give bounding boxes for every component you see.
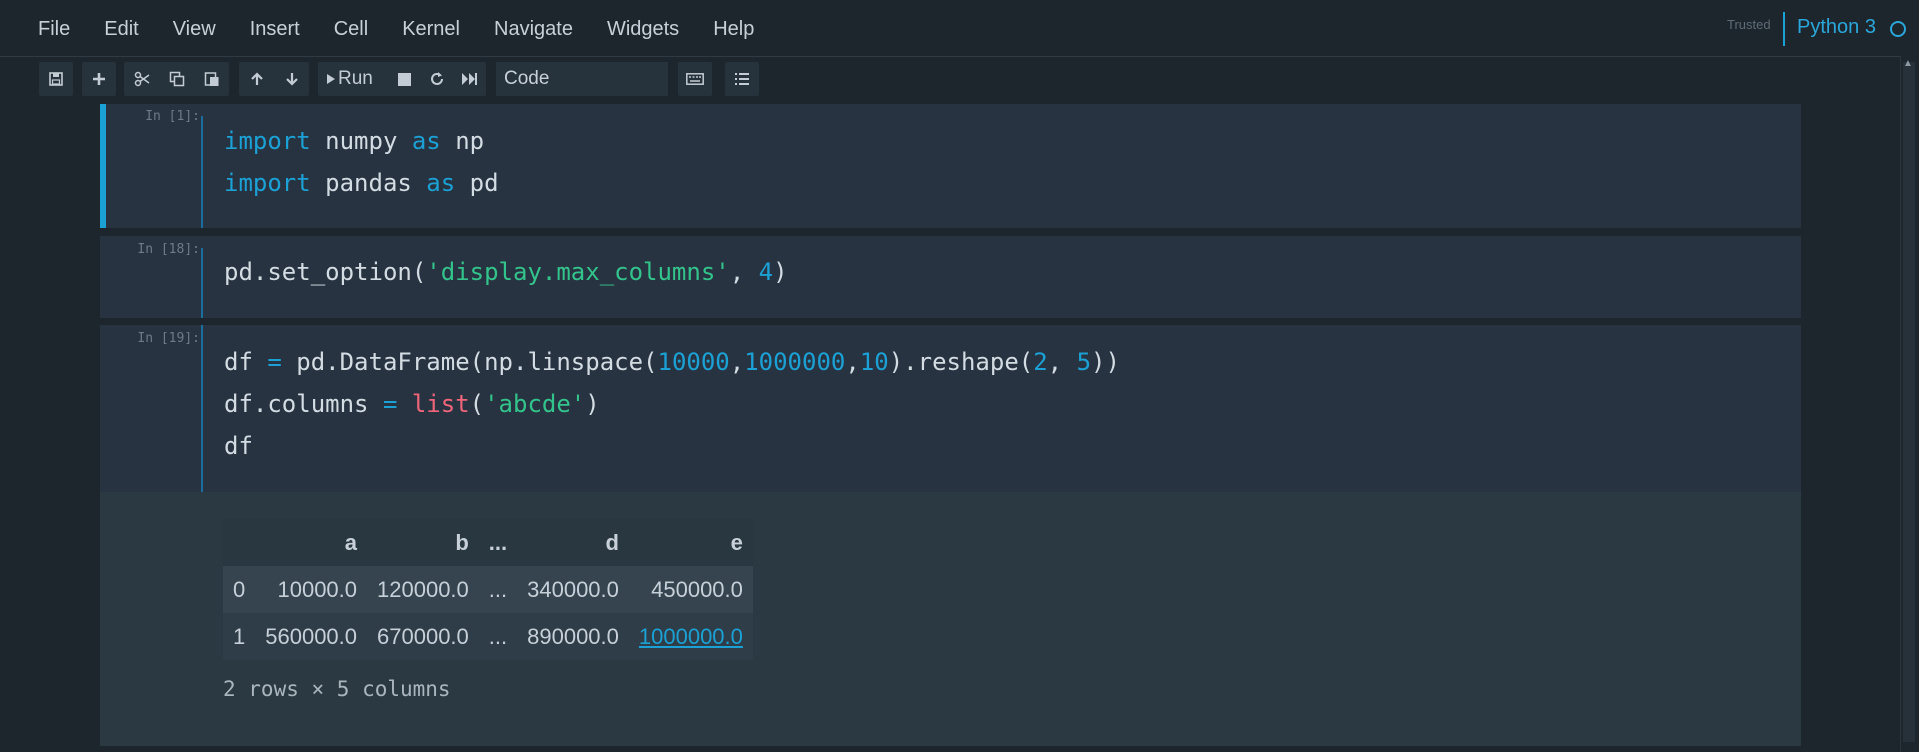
save-button[interactable] bbox=[39, 62, 73, 96]
menu-widgets[interactable]: Widgets bbox=[607, 18, 679, 41]
menu-cell[interactable]: Cell bbox=[334, 18, 368, 41]
trusted-indicator[interactable]: Trusted bbox=[1727, 17, 1771, 32]
code-cell-3[interactable]: In [19]: df = pd.DataFrame(np.linspace(1… bbox=[100, 325, 1801, 492]
scissors-icon[interactable] bbox=[127, 62, 157, 96]
table-cell: 340000.0 bbox=[527, 576, 619, 602]
cell-prompt: In [19]: bbox=[137, 331, 200, 346]
run-button[interactable]: Run bbox=[326, 68, 373, 90]
restart-icon[interactable] bbox=[421, 62, 453, 96]
table-cell: 450000.0 bbox=[651, 576, 743, 602]
column-header: a bbox=[344, 529, 358, 555]
scrollbar-thumb[interactable] bbox=[1903, 62, 1915, 742]
value-link[interactable]: 1000000.0 bbox=[639, 624, 743, 649]
menu-items: File Edit View Insert Cell Kernel Naviga… bbox=[38, 0, 788, 58]
move-group bbox=[239, 62, 309, 96]
copy-icon[interactable] bbox=[162, 62, 192, 96]
paste-icon[interactable] bbox=[197, 62, 227, 96]
code-cell-2[interactable]: In [18]: pd.set_option('display.max_colu… bbox=[100, 236, 1801, 318]
row-index: 1 bbox=[233, 623, 246, 649]
code-editor[interactable]: pd.set_option('display.max_columns', 4) bbox=[224, 251, 788, 293]
dataframe-table: a b ... d e 0 10000.0 120000.0 ... 34000… bbox=[223, 519, 753, 660]
table-cell: 10000.0 bbox=[277, 576, 358, 602]
input-divider bbox=[201, 116, 203, 228]
arrow-down-icon[interactable] bbox=[277, 62, 307, 96]
kernel-status-icon bbox=[1890, 21, 1906, 37]
table-header-row: a b ... d e bbox=[223, 519, 753, 566]
column-header: d bbox=[605, 529, 619, 555]
column-header bbox=[223, 519, 255, 566]
row-index: 0 bbox=[233, 576, 246, 602]
scroll-up-icon[interactable]: ▲ bbox=[1903, 58, 1913, 69]
toolbar: Run Code bbox=[0, 58, 1900, 104]
menu-kernel[interactable]: Kernel bbox=[402, 18, 460, 41]
code-editor[interactable]: import numpy as np import pandas as pd bbox=[224, 120, 499, 204]
column-header: e bbox=[730, 529, 743, 555]
save-icon bbox=[41, 62, 71, 96]
menu-bar: File Edit View Insert Cell Kernel Naviga… bbox=[0, 0, 1919, 57]
kernel-divider bbox=[1783, 12, 1785, 46]
input-divider bbox=[201, 325, 203, 492]
table-cell: 670000.0 bbox=[377, 623, 469, 649]
stop-icon[interactable] bbox=[389, 62, 421, 96]
plus-icon bbox=[84, 62, 114, 96]
cell-prompt: In [18]: bbox=[137, 242, 200, 257]
run-icon bbox=[326, 73, 336, 85]
keyboard-icon bbox=[680, 62, 710, 96]
table-row: 0 10000.0 120000.0 ... 340000.0 450000.0 bbox=[223, 566, 753, 613]
code-cell-1[interactable]: In [1]: import numpy as np import pandas… bbox=[100, 104, 1801, 228]
menu-insert[interactable]: Insert bbox=[250, 18, 300, 41]
menu-view[interactable]: View bbox=[173, 18, 216, 41]
column-header: b bbox=[455, 529, 469, 555]
menu-edit[interactable]: Edit bbox=[104, 18, 138, 41]
column-header: ... bbox=[488, 529, 508, 555]
table-cell: ... bbox=[488, 576, 508, 602]
dataframe-summary: 2 rows × 5 columns bbox=[223, 677, 451, 701]
table-row: 1 560000.0 670000.0 ... 890000.0 1000000… bbox=[223, 613, 753, 660]
menu-navigate[interactable]: Navigate bbox=[494, 18, 573, 41]
cell-output: a b ... d e 0 10000.0 120000.0 ... 34000… bbox=[100, 492, 1801, 746]
kernel-name[interactable]: Python 3 bbox=[1797, 16, 1876, 39]
code-editor[interactable]: df = pd.DataFrame(np.linspace(10000,1000… bbox=[224, 341, 1120, 467]
command-palette-button[interactable] bbox=[678, 62, 712, 96]
run-label: Run bbox=[338, 68, 373, 89]
arrow-up-icon[interactable] bbox=[242, 62, 272, 96]
input-divider bbox=[201, 248, 203, 318]
cell-prompt: In [1]: bbox=[145, 109, 200, 124]
clipboard-group bbox=[124, 62, 229, 96]
menu-file[interactable]: File bbox=[38, 18, 70, 41]
menu-help[interactable]: Help bbox=[713, 18, 754, 41]
table-cell: 560000.0 bbox=[265, 623, 358, 649]
cell-toolbar-button[interactable] bbox=[725, 62, 759, 96]
table-cell: 120000.0 bbox=[377, 576, 469, 602]
table-cell: ... bbox=[488, 623, 508, 649]
table-cell-link[interactable]: 1000000.0 bbox=[629, 613, 753, 660]
insert-cell-button[interactable] bbox=[82, 62, 116, 96]
cell-type-select[interactable]: Code bbox=[496, 62, 668, 96]
table-cell: 890000.0 bbox=[527, 623, 619, 649]
list-icon bbox=[727, 62, 757, 96]
run-group: Run bbox=[318, 62, 486, 96]
fast-forward-icon[interactable] bbox=[453, 62, 485, 96]
